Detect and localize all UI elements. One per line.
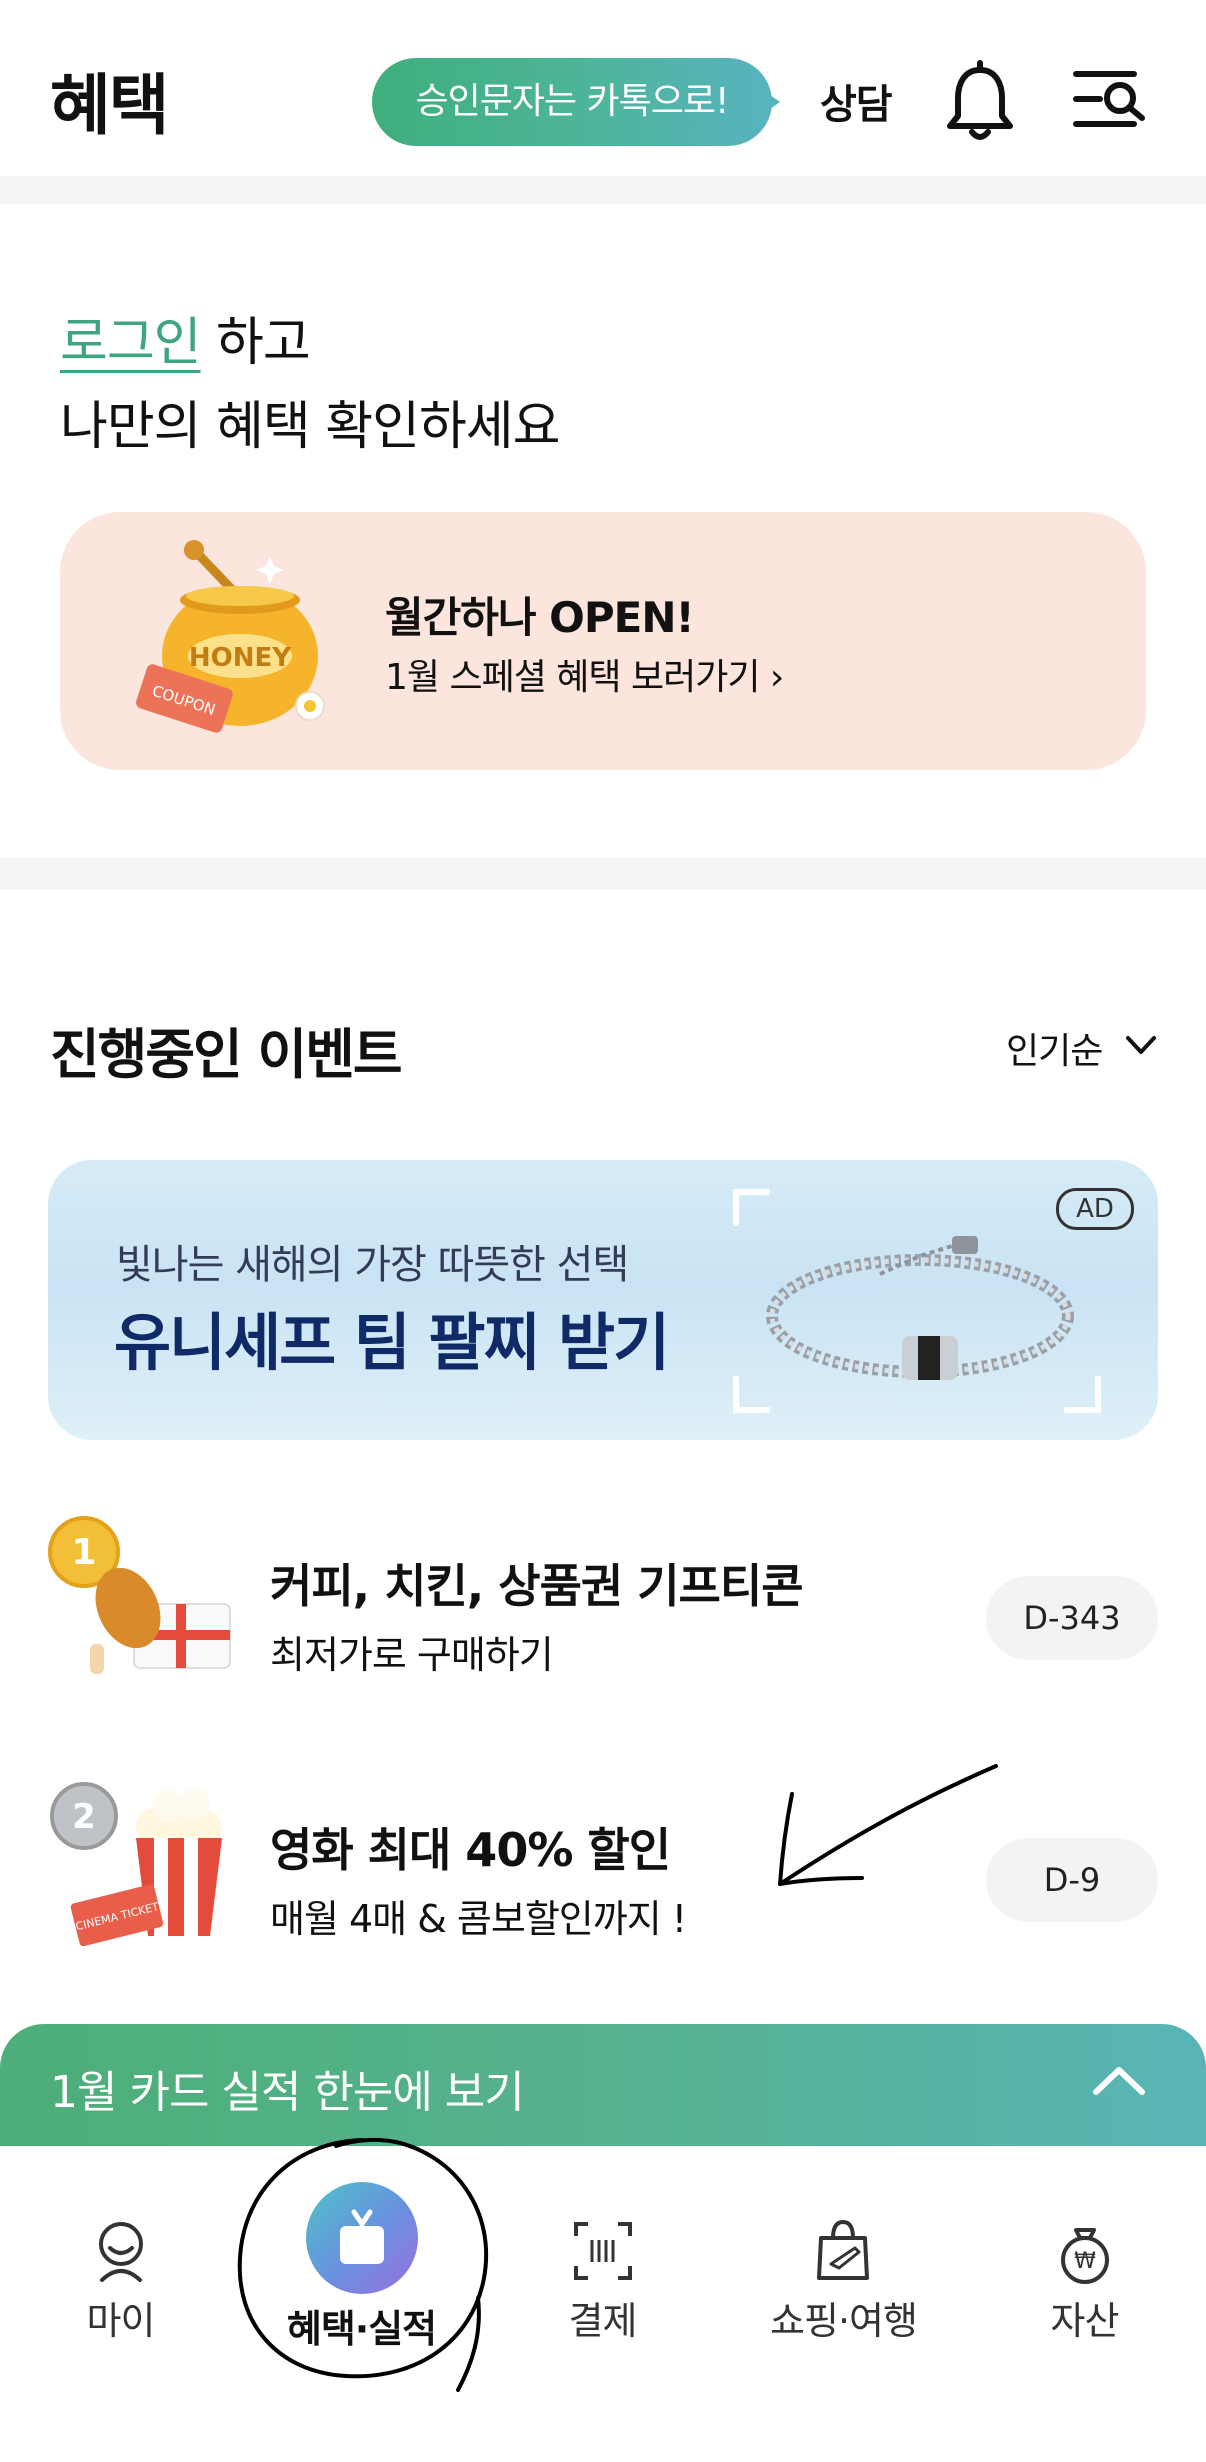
handwritten-arrow-annotation (778, 1764, 998, 1886)
ad-title: 유니세프 팀 팔찌 받기 (114, 1306, 670, 1379)
menu-search-icon[interactable] (1072, 66, 1148, 132)
login-link[interactable]: 로그인 (60, 313, 202, 373)
event-subtitle: 매월 4매 & 콤보할인까지 ! (270, 1897, 687, 1941)
kakao-banner-tail (760, 88, 780, 116)
section-divider (0, 176, 1206, 204)
bracelet-image (733, 1189, 1101, 1413)
nav-label: 쇼핑·여행 (770, 2299, 918, 2343)
nav-item-assets[interactable]: ₩ 자산 (964, 2216, 1205, 2345)
dday-badge: D-9 (986, 1838, 1158, 1922)
ad-subtitle: 빛나는 새해의 가장 따뜻한 선택 (116, 1242, 629, 1288)
sort-dropdown[interactable]: 인기순 (1006, 1022, 1103, 1074)
shopping-bag-plane-icon (816, 2219, 869, 2280)
chicken-gift-icon: 1 (48, 1516, 231, 1674)
section-divider-thick (0, 858, 1206, 890)
svg-text:1: 1 (71, 1532, 96, 1573)
barcode-scan-icon (573, 2222, 632, 2280)
events-section-title: 진행중인 이벤트 (50, 1023, 403, 1086)
event-title: 영화 최대 40% 할인 (270, 1823, 671, 1877)
person-icon (98, 2222, 143, 2282)
login-suffix: 하고 (200, 313, 311, 373)
login-prompt-line2: 나만의 혜택 확인하세요 (60, 397, 560, 457)
bell-icon[interactable] (944, 60, 1016, 144)
nav-label: 자산 (1050, 2299, 1120, 2343)
nav-item-shopping-travel[interactable]: 쇼핑·여행 (723, 2216, 964, 2345)
svg-text:HONEY: HONEY (189, 643, 292, 673)
svg-text:₩: ₩ (1074, 2249, 1096, 2274)
popcorn-ticket-icon: 2 CINEMA TICKET (50, 1782, 222, 1947)
chevron-down-icon[interactable] (1124, 1032, 1158, 1058)
card-performance-label: 1월 카드 실적 한눈에 보기 (50, 2067, 525, 2118)
nav-item-payment[interactable]: 결제 (482, 2216, 723, 2345)
svg-text:2: 2 (72, 1797, 96, 1837)
login-prompt-line1: 로그인 하고 (60, 300, 311, 375)
chevron-up-icon[interactable] (1090, 2060, 1148, 2100)
promo-title: 월간하나 OPEN! (385, 593, 695, 642)
kakao-approval-banner[interactable]: 승인문자는 카톡으로! (372, 58, 772, 146)
event-subtitle: 최저가로 구매하기 (270, 1633, 554, 1677)
nav-label: 마이 (86, 2299, 156, 2343)
handwritten-circle-annotation (237, 2137, 489, 2392)
consult-button[interactable]: 상담 (820, 72, 893, 130)
nav-label: 결제 (568, 2299, 638, 2343)
event-title: 커피, 치킨, 상품권 기프티콘 (270, 1559, 804, 1613)
honey-pot-coupon-icon: HONEY COUPON (136, 540, 325, 733)
money-bag-icon: ₩ (1060, 2228, 1109, 2284)
dday-badge: D-343 (986, 1576, 1158, 1660)
promo-subtitle: 1월 스페셜 혜택 보러가기 › (385, 657, 784, 698)
nav-item-my[interactable]: 마이 (0, 2216, 241, 2345)
page-title: 혜택 (50, 67, 169, 144)
